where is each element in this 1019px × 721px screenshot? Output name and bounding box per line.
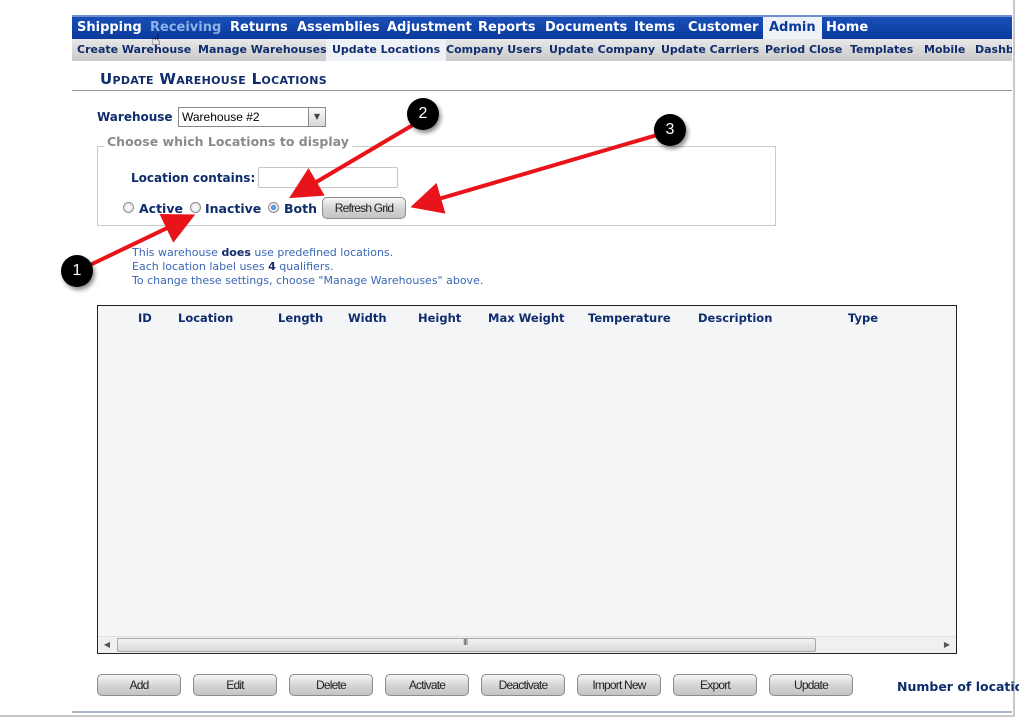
arrow-1 bbox=[89, 213, 196, 267]
arrow-3 bbox=[410, 131, 665, 214]
callout-2: 2 bbox=[407, 98, 439, 130]
arrow-2 bbox=[289, 120, 420, 199]
callout-1: 1 bbox=[61, 255, 93, 287]
callout-3: 3 bbox=[654, 114, 686, 146]
annotation-arrows bbox=[89, 120, 665, 267]
